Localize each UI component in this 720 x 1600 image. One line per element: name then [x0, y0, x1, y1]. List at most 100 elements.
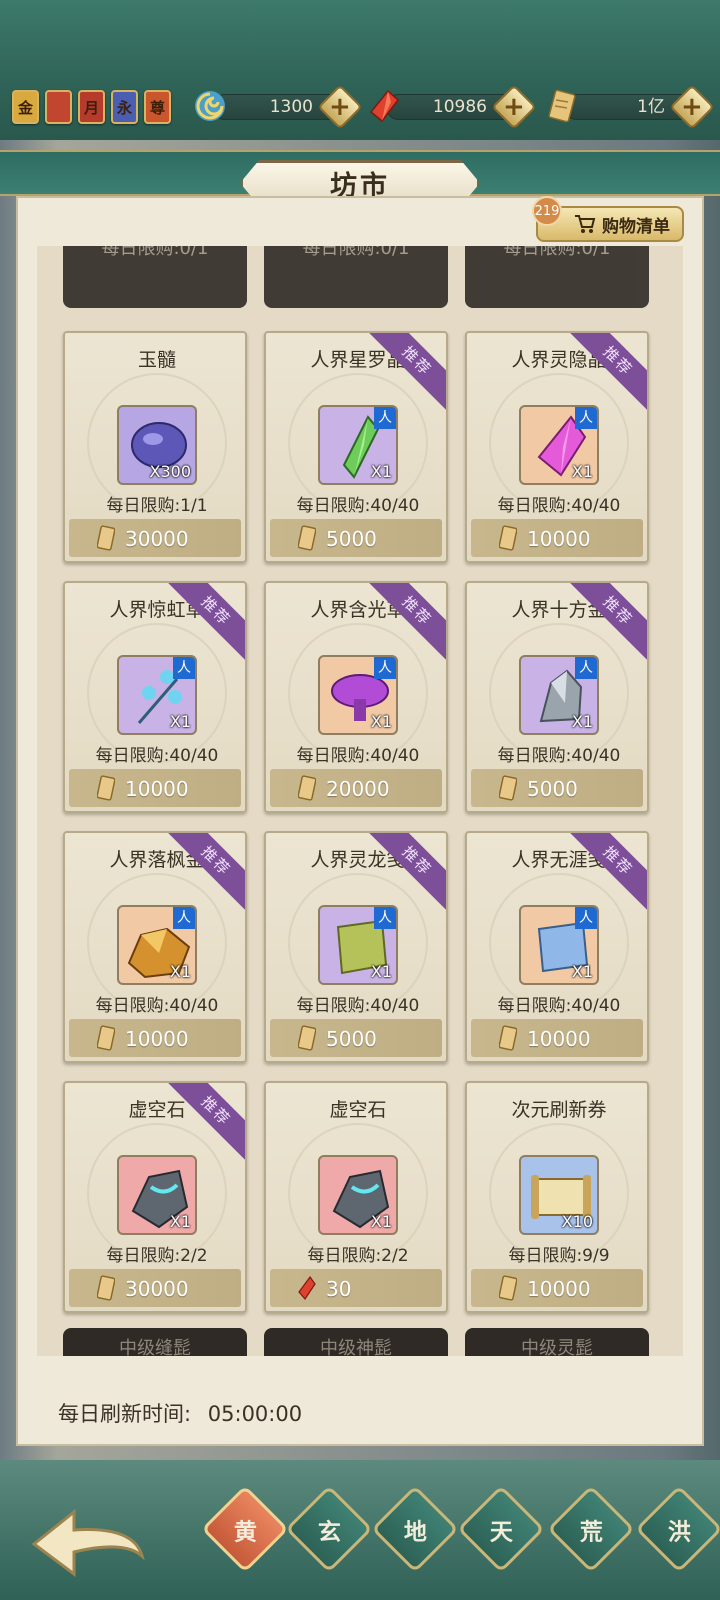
- tier-tab-label: 黄: [233, 1519, 257, 1545]
- gold-ticket-icon: [499, 1275, 517, 1301]
- realm-human-badge: 人: [173, 907, 195, 929]
- buy-price-button[interactable]: 30000: [69, 519, 241, 557]
- purchase-limit: 每日限购:40/40: [296, 996, 420, 1016]
- add-spirit-button[interactable]: +: [317, 84, 363, 130]
- item-quantity: X1: [571, 712, 593, 731]
- buy-price-button[interactable]: 10000: [69, 1019, 241, 1057]
- privilege-badge[interactable]: 尊: [144, 90, 171, 124]
- shop-item-card[interactable]: 人界十方金 推荐人 X1 每日限购:40/40 5000: [465, 581, 649, 813]
- item-quantity: X1: [370, 712, 392, 731]
- back-arrow-button[interactable]: [24, 1504, 154, 1584]
- partial-item-card[interactable]: 中级缝髭: [63, 1328, 247, 1356]
- red-crystal-icon: [298, 1275, 316, 1300]
- item-icon-frame[interactable]: X10: [519, 1155, 599, 1235]
- privilege-badge[interactable]: 永: [111, 90, 138, 124]
- gold-ticket-icon: [298, 775, 316, 801]
- gold-ticket-icon: [499, 775, 517, 801]
- shop-item-card[interactable]: 人界含光草 推荐人 X1 每日限购:40/40 20000: [264, 581, 448, 813]
- shop-item-card[interactable]: 人界灵隐晶 推荐人 X1 每日限购:40/40 10000: [465, 331, 649, 563]
- price-value: 10000: [527, 1027, 591, 1051]
- buy-price-button[interactable]: 10000: [471, 1269, 643, 1307]
- item-quantity: X1: [571, 462, 593, 481]
- buy-price-button[interactable]: 30000: [69, 1269, 241, 1307]
- realm-human-badge: 人: [173, 657, 195, 679]
- item-icon-frame[interactable]: 人 X1: [117, 905, 197, 985]
- shop-item-card[interactable]: 虚空石 推荐 X1 每日限购:2/2 30000: [63, 1081, 247, 1313]
- purchase-limit: 每日限购:40/40: [95, 996, 219, 1016]
- resource-spirit: 1300 +: [192, 84, 363, 130]
- partial-item-card[interactable]: 每日限购:0/1: [63, 246, 247, 308]
- realm-human-badge: 人: [374, 907, 396, 929]
- item-icon-frame[interactable]: 人 X1: [519, 655, 599, 735]
- shop-item-card[interactable]: 次元刷新券 X10 每日限购:9/9 10000: [465, 1081, 649, 1313]
- partial-item-card[interactable]: 每日限购:0/1: [465, 246, 649, 308]
- shopping-list-label: 购物清单: [602, 216, 670, 237]
- gold-ticket-icon: [97, 1025, 115, 1051]
- item-icon-frame[interactable]: 人 X1: [318, 405, 398, 485]
- item-icon-frame[interactable]: X300: [117, 405, 197, 485]
- buy-price-button[interactable]: 5000: [270, 1019, 442, 1057]
- item-quantity: X10: [561, 1212, 593, 1231]
- privilege-badge[interactable]: 月: [78, 90, 105, 124]
- red-crystal-icon: [369, 89, 400, 123]
- shop-item-card[interactable]: 人界星罗晶 推荐人 X1 每日限购:40/40 5000: [264, 331, 448, 563]
- price-value: 10000: [527, 1277, 591, 1301]
- item-icon-frame[interactable]: 人 X1: [318, 655, 398, 735]
- item-icon-frame[interactable]: 人 X1: [318, 905, 398, 985]
- buy-price-button[interactable]: 30: [270, 1269, 442, 1307]
- item-quantity: X300: [149, 462, 192, 481]
- gold-ticket-icon: [499, 525, 517, 551]
- partial-item-card[interactable]: 中级灵髭: [465, 1328, 649, 1356]
- purchase-limit: 每日限购:40/40: [95, 746, 219, 766]
- item-quantity: X1: [571, 962, 593, 981]
- privilege-badge[interactable]: 金: [12, 90, 39, 124]
- partial-item-card[interactable]: 每日限购:0/1: [264, 246, 448, 308]
- add-crystal-button[interactable]: +: [491, 84, 537, 130]
- gold-ticket-icon: [499, 1025, 517, 1051]
- shop-item-card[interactable]: 人界灵龙笺 推荐人 X1 每日限购:40/40 5000: [264, 831, 448, 1063]
- price-value: 30000: [125, 527, 189, 551]
- buy-price-button[interactable]: 10000: [471, 1019, 643, 1057]
- gold-ticket-icon: [97, 775, 115, 801]
- item-icon-frame[interactable]: 人 X1: [519, 405, 599, 485]
- item-name: 玉髓: [137, 349, 176, 371]
- purchase-limit: 每日限购:9/9: [508, 1246, 610, 1266]
- shop-item-card[interactable]: 人界落枫金 推荐人 X1 每日限购:40/40 10000: [63, 831, 247, 1063]
- price-value: 10000: [125, 777, 189, 801]
- buy-price-button[interactable]: 10000: [471, 519, 643, 557]
- gold-ticket-icon: [298, 525, 316, 551]
- item-icon-frame[interactable]: X1: [117, 1155, 197, 1235]
- shop-item-card[interactable]: 虚空石 X1 每日限购:2/2 30: [264, 1081, 448, 1313]
- buy-price-button[interactable]: 20000: [270, 769, 442, 807]
- item-icon-frame[interactable]: 人 X1: [519, 905, 599, 985]
- shop-item-card[interactable]: 人界无涯笺 推荐人 X1 每日限购:40/40 10000: [465, 831, 649, 1063]
- price-value: 10000: [125, 1027, 189, 1051]
- privilege-badge[interactable]: [45, 90, 72, 124]
- shop-item-card[interactable]: 人界惊虹草 推荐人 X1 每日限购:40/40 10000: [63, 581, 247, 813]
- shop-item-card[interactable]: 玉髓 X300 每日限购:1/1 30000: [63, 331, 247, 563]
- buy-price-button[interactable]: 5000: [270, 519, 442, 557]
- item-name: 次元刷新券: [511, 1099, 607, 1121]
- purchase-limit: 每日限购:40/40: [497, 996, 621, 1016]
- cart-icon: [575, 215, 596, 233]
- item-quantity: X1: [370, 1212, 392, 1231]
- item-quantity: X1: [370, 462, 392, 481]
- realm-human-badge: 人: [575, 407, 597, 429]
- add-ticket-button[interactable]: +: [669, 84, 715, 130]
- refresh-label: 每日刷新时间:: [58, 1402, 192, 1426]
- item-quantity: X1: [169, 712, 191, 731]
- partial-item-card[interactable]: 中级神髭: [264, 1328, 448, 1356]
- purchase-limit: 每日限购:0/1: [302, 246, 410, 259]
- buy-price-button[interactable]: 10000: [69, 769, 241, 807]
- item-grid[interactable]: 每日限购:0/1 每日限购:0/1 每日限购:0/1 玉髓 X300 每日限购:1/1 30…: [37, 246, 683, 1356]
- item-icon-frame[interactable]: 人 X1: [117, 655, 197, 735]
- resource-ticket: 1亿 +: [544, 84, 715, 130]
- purchase-limit: 每日限购:2/2: [307, 1246, 409, 1266]
- item-name: 中级灵髭: [521, 1338, 593, 1356]
- buy-price-button[interactable]: 5000: [471, 769, 643, 807]
- resource-bar: 金 月永尊 1300 + 10986 + 1亿 +: [0, 84, 720, 136]
- item-icon-frame[interactable]: X1: [318, 1155, 398, 1235]
- purchase-limit: 每日限购:0/1: [101, 246, 209, 259]
- item-name: 中级缝髭: [119, 1338, 191, 1356]
- gold-ticket-icon: [548, 89, 576, 123]
